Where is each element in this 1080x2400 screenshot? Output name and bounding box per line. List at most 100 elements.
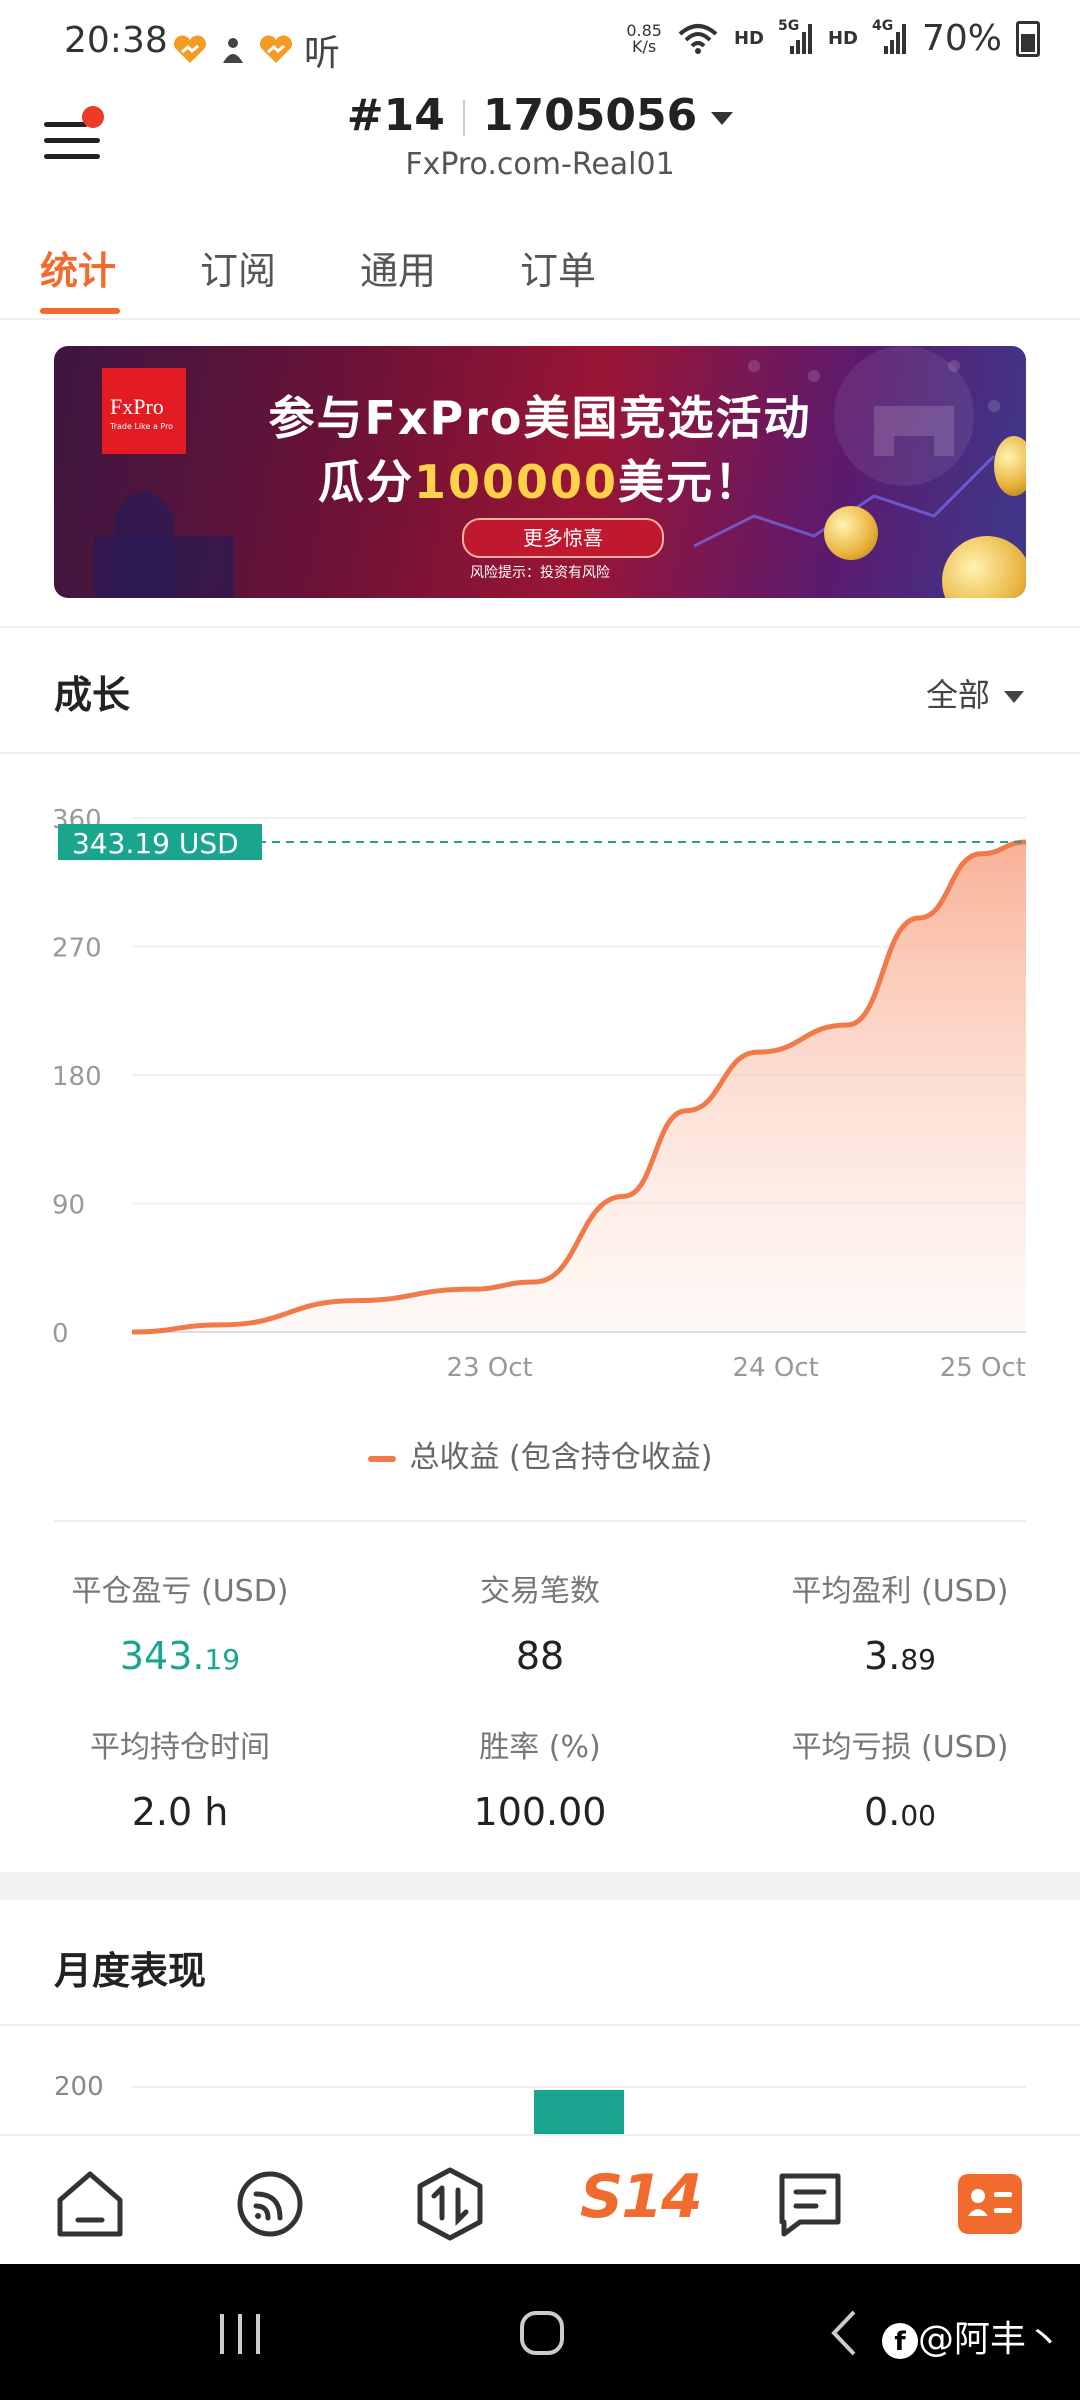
system-nav-bar: f @阿丰丶 (0, 2264, 1080, 2400)
tab-statistics[interactable]: 统计 (40, 240, 116, 295)
stat-value-int: 343. (119, 1634, 205, 1678)
tab-subscription[interactable]: 订阅 (200, 240, 276, 295)
growth-title: 成长 (54, 673, 131, 717)
account-selector[interactable]: #14 1705056 FxPro.com-Real01 (0, 90, 1080, 182)
growth-filter-label: 全部 (925, 676, 990, 714)
status-time: 20:38 (64, 20, 168, 61)
heart-app-icon (174, 35, 206, 63)
home-nav-icon[interactable] (518, 2308, 566, 2358)
legend-label: 总收益 (包含持仓收益) (409, 1440, 713, 1475)
coin-icon (824, 506, 878, 560)
stat-value-int: 0. (864, 1790, 901, 1834)
stat-item: 平均亏损 (USD) 0.00 (720, 1722, 1080, 1834)
y-tick-label: 0 (52, 1319, 69, 1349)
profile-card-icon[interactable] (950, 2164, 1030, 2244)
stat-value-decimal: 19 (204, 1643, 241, 1676)
home-icon[interactable] (50, 2164, 130, 2244)
battery-percent: 70% (921, 18, 1002, 59)
battery-icon (1016, 20, 1040, 57)
stat-value-decimal: 89 (900, 1643, 936, 1676)
y-tick-label: 90 (52, 1191, 85, 1221)
stat-item: 平均盈利 (USD) 3.89 (720, 1566, 1080, 1678)
account-id: 1705056 (482, 90, 698, 141)
account-server: FxPro.com-Real01 (405, 147, 675, 182)
legend-swatch (367, 1455, 396, 1462)
watermark: f @阿丰丶 (881, 2310, 1062, 2362)
stat-value: 2.0 h (0, 1790, 360, 1834)
signal-feed-icon[interactable] (230, 2164, 310, 2244)
banner-subheadline: 瓜分100000美元！ (54, 446, 1026, 512)
stat-label: 交易笔数 (480, 1574, 600, 1609)
series-area (132, 842, 1026, 1332)
facebook-icon: f (881, 2323, 918, 2359)
growth-filter-dropdown[interactable]: 全部 (926, 670, 1024, 716)
stat-label: 平均亏损 (USD) (791, 1730, 1009, 1765)
banner-headline: 参与FxPro美国竞选活动 (268, 391, 812, 445)
s14-tab[interactable]: S14 (580, 2162, 703, 2232)
growth-chart[interactable]: 090180270360343.19 USD23 Oct 24 Oct 25 Oct (0, 780, 1080, 1400)
notification-icons: 听 (172, 24, 340, 76)
caret-down-icon (1004, 691, 1024, 703)
monthly-title: 月度表现 (54, 1949, 207, 1993)
y-tick-label: 180 (52, 1062, 102, 1092)
y-tick-label: 270 (52, 934, 102, 964)
network-speed: 0.85 K/s (626, 22, 662, 56)
signal-4g-icon: 4G (872, 18, 908, 56)
tab-bar: 统计 订阅 通用 订单 (0, 230, 1080, 320)
stat-value-decimal: 00 (900, 1799, 936, 1832)
account-separator (462, 100, 465, 136)
x-tick-label: 23 Oct (446, 1353, 532, 1383)
hd-label-2: HD (827, 28, 858, 49)
tab-general[interactable]: 通用 (360, 240, 436, 295)
stat-label: 平仓盈亏 (USD) (71, 1574, 289, 1609)
status-bar: 20:38 听 0.85 K/s HD 5G HD 4G 70% (0, 0, 1080, 88)
chat-icon[interactable] (770, 2164, 850, 2244)
stat-value-int: 100.00 (473, 1790, 607, 1834)
person-app-icon (223, 38, 243, 63)
banner-suffix: 美元！ (618, 455, 763, 509)
tab-active-indicator (40, 308, 120, 314)
reference-label: 343.19 USD (72, 827, 239, 860)
recent-apps-icon[interactable] (216, 2312, 264, 2356)
chart-legend: 总收益 (包含持仓收益) (0, 1432, 1080, 1476)
divider (0, 626, 1080, 628)
stat-item: 交易笔数 88 (360, 1566, 720, 1678)
divider (0, 752, 1080, 754)
coin-icon (994, 436, 1026, 496)
signal-5g-icon: 5G (778, 18, 814, 56)
banner-amount: 100000 (413, 455, 619, 509)
stat-item: 平均持仓时间 2.0 h (0, 1722, 360, 1834)
trade-icon[interactable] (410, 2164, 490, 2244)
stat-value-int: 2.0 h (131, 1790, 229, 1834)
stat-label: 胜率 (%) (479, 1730, 601, 1765)
stat-value: 3.89 (720, 1634, 1080, 1678)
stat-value: 88 (360, 1634, 720, 1678)
back-icon[interactable] (826, 2308, 860, 2358)
stat-value-int: 88 (515, 1634, 565, 1678)
speed-unit: K/s (632, 36, 657, 56)
tab-orders[interactable]: 订单 (520, 240, 596, 295)
hd-label-1: HD (733, 28, 764, 49)
stat-label: 平均盈利 (USD) (791, 1574, 1009, 1609)
monthly-gridline (132, 2086, 1026, 2088)
section-gap (0, 1872, 1080, 1900)
net-5g-label: 5G (777, 17, 800, 34)
x-tick-label: 24 Oct (733, 1353, 819, 1383)
x-tick-label: 25 Oct (940, 1353, 1026, 1383)
wifi-icon (678, 23, 718, 54)
banner-more-button[interactable]: 更多惊喜 (462, 518, 664, 558)
divider (54, 1520, 1026, 1522)
stat-value: 100.00 (360, 1790, 720, 1834)
banner-risk-note: 风险提示：投资有风险 (470, 565, 610, 581)
banner-prefix: 瓜分 (317, 455, 414, 509)
promo-banner[interactable]: FxPro Trade Like a Pro 参与FxPro美国竞选活动 瓜分1… (54, 346, 1026, 598)
stat-value: 343.19 (0, 1634, 360, 1678)
monthly-bar[interactable] (534, 2090, 624, 2134)
account-number: #14 (346, 90, 445, 141)
listen-app-icon: 听 (304, 33, 341, 74)
stat-item: 平仓盈亏 (USD) 343.19 (0, 1566, 360, 1678)
monthly-ytick: 200 (54, 2072, 104, 2102)
status-right: 0.85 K/s HD 5G HD 4G 70% (626, 18, 1040, 59)
watermark-text: @阿丰丶 (917, 2319, 1062, 2360)
divider (0, 2024, 1080, 2026)
